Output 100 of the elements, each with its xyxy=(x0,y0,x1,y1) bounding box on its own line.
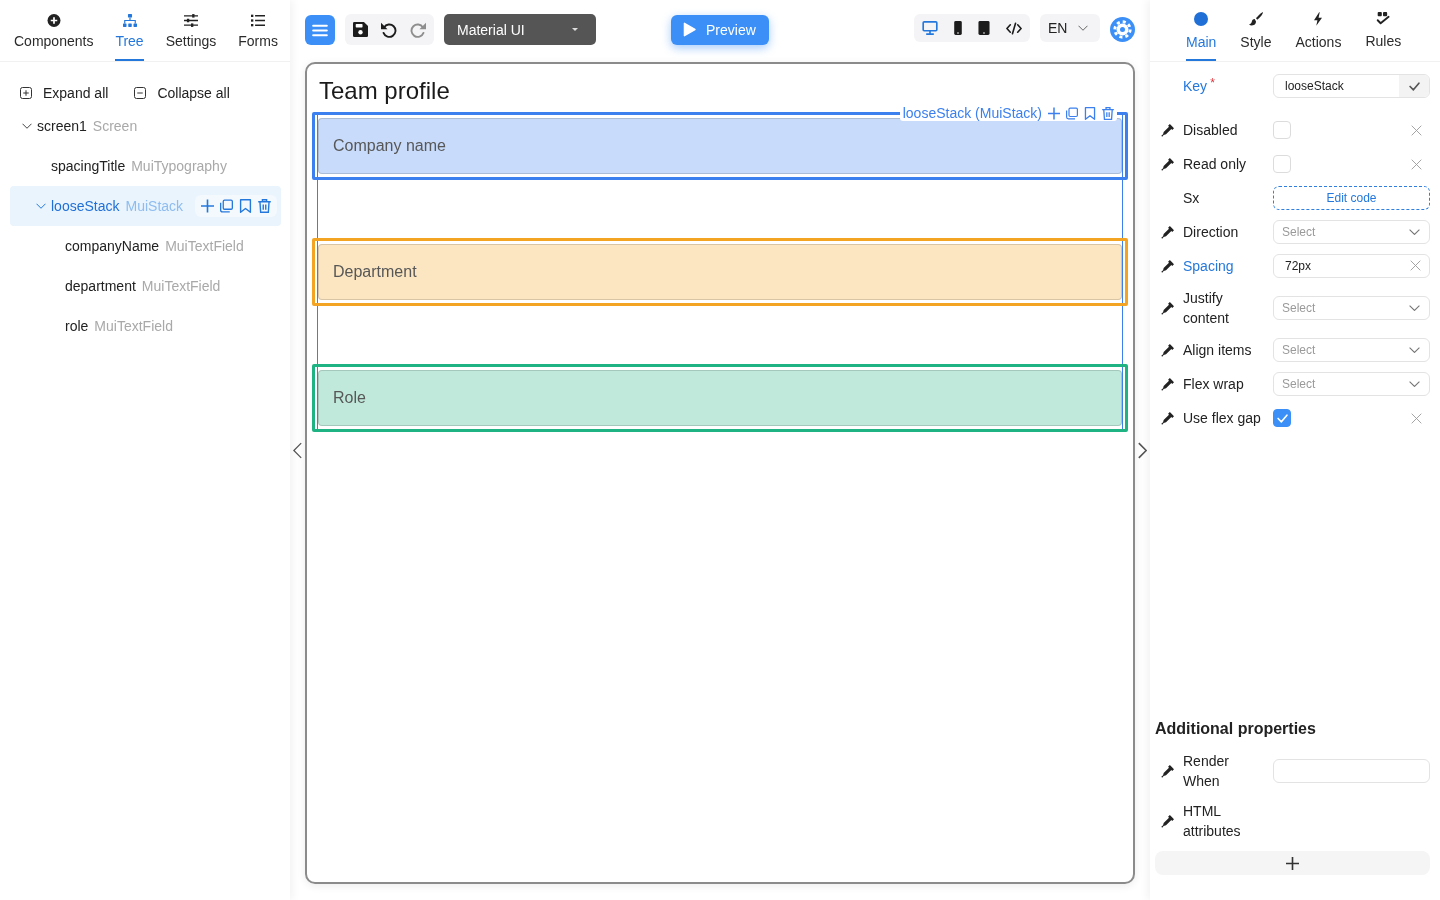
pen-icon[interactable] xyxy=(1161,377,1174,391)
panel-tab[interactable]: Components xyxy=(3,0,105,61)
chevron-left-icon[interactable] xyxy=(293,441,302,459)
property-label: Key xyxy=(1183,77,1208,96)
desktop-icon[interactable] xyxy=(922,21,938,35)
pen-icon[interactable] xyxy=(1161,814,1174,828)
node-name: department xyxy=(65,278,136,294)
node-name: role xyxy=(65,318,89,334)
plus-icon[interactable] xyxy=(201,199,215,213)
tree-item[interactable]: spacingTitle MuiTypography xyxy=(10,146,281,186)
required-mark: * xyxy=(1210,76,1215,90)
tree-item[interactable]: department MuiTextField xyxy=(10,266,281,306)
plus-icon[interactable] xyxy=(1048,106,1060,120)
list-icon xyxy=(251,14,266,27)
pen-icon[interactable] xyxy=(1161,301,1174,315)
sliders-icon xyxy=(183,14,198,27)
pen-icon[interactable] xyxy=(1161,123,1174,137)
node-name: looseStack xyxy=(51,198,120,214)
copy-icon[interactable] xyxy=(1066,106,1078,120)
property-label: Spacing xyxy=(1183,257,1234,276)
property-label: Justify content xyxy=(1183,289,1230,328)
node-name: companyName xyxy=(65,238,160,254)
close-icon[interactable] xyxy=(1411,124,1422,136)
node-type: MuiTypography xyxy=(131,158,227,174)
save-icon[interactable] xyxy=(353,22,368,37)
text-field[interactable]: Department xyxy=(318,244,1122,300)
bookmark-icon[interactable] xyxy=(1084,106,1096,120)
theme-dropdown[interactable]: Material UI xyxy=(444,14,596,45)
chevron-down-icon xyxy=(1409,305,1420,311)
chevron-down-icon[interactable] xyxy=(22,123,32,129)
property-label: Sx xyxy=(1183,189,1200,208)
pen-icon[interactable] xyxy=(1161,225,1174,239)
copy-icon[interactable] xyxy=(220,199,234,213)
phone-icon[interactable] xyxy=(954,21,962,35)
close-icon[interactable] xyxy=(1410,260,1421,271)
undo-icon[interactable] xyxy=(381,21,397,38)
close-icon[interactable] xyxy=(1411,158,1422,170)
tree-item[interactable]: companyName MuiTextField xyxy=(10,226,281,266)
property-label: Flex wrap xyxy=(1183,375,1244,394)
panel-tab[interactable]: Style xyxy=(1228,0,1284,61)
tree-item[interactable]: role MuiTextField xyxy=(10,306,281,346)
code-icon[interactable] xyxy=(1006,21,1022,35)
chevron-down-icon[interactable] xyxy=(36,203,46,209)
language-dropdown[interactable]: EN xyxy=(1040,14,1100,42)
property-label: HTML attributes xyxy=(1183,802,1242,841)
node-name: screen1 xyxy=(37,118,87,134)
chevron-right-icon[interactable] xyxy=(1138,441,1147,459)
caret-down-icon xyxy=(572,28,578,31)
panel-tab[interactable]: Actions xyxy=(1283,0,1354,61)
pen-icon[interactable] xyxy=(1161,343,1174,357)
plus-square-icon xyxy=(20,87,32,99)
chevron-down-icon xyxy=(1409,381,1420,387)
bookmark-icon[interactable] xyxy=(239,199,253,213)
tree-item[interactable]: looseStack MuiStack xyxy=(10,186,281,226)
sitemap-icon xyxy=(122,14,137,27)
menu-button[interactable] xyxy=(305,15,335,45)
spell-check-icon xyxy=(1376,12,1391,25)
pen-icon[interactable] xyxy=(1161,259,1174,273)
checkbox[interactable] xyxy=(1273,409,1291,427)
panel-tab[interactable]: Rules xyxy=(1353,0,1414,61)
expand-all-button[interactable]: Expand all xyxy=(20,82,109,104)
pen-icon[interactable] xyxy=(1161,411,1174,425)
screen-title: Team profile xyxy=(318,77,451,105)
chevron-down-icon xyxy=(1078,25,1089,31)
dot-icon xyxy=(1194,12,1209,26)
brush-icon xyxy=(1248,12,1263,26)
node-type: Screen xyxy=(92,118,138,134)
section-heading: Additional properties xyxy=(1155,719,1317,739)
bolt-icon xyxy=(1314,12,1323,26)
panel-tab[interactable]: Main xyxy=(1174,0,1229,61)
panel-tab[interactable]: Forms xyxy=(227,0,289,61)
menu-icon xyxy=(312,23,328,37)
text-field[interactable] xyxy=(1273,759,1430,783)
minus-square-icon xyxy=(134,87,147,99)
property-label: Read only xyxy=(1183,155,1247,174)
pen-icon[interactable] xyxy=(1161,157,1174,171)
close-icon[interactable] xyxy=(1411,412,1422,424)
trash-icon[interactable] xyxy=(258,199,272,213)
chevron-down-icon xyxy=(1409,229,1420,235)
play-icon xyxy=(683,22,696,37)
circle-plus-icon xyxy=(46,14,61,27)
tablet-icon[interactable] xyxy=(978,21,990,35)
settings-icon[interactable] xyxy=(1110,17,1135,42)
chevron-down-icon xyxy=(1409,347,1420,353)
text-field[interactable]: Role xyxy=(318,370,1122,426)
node-type: MuiTextField xyxy=(141,278,221,294)
text-field[interactable]: 72px xyxy=(1273,254,1430,278)
edit-code-button[interactable]: Edit code xyxy=(1273,186,1430,210)
tree-item[interactable]: screen1 Screen xyxy=(10,106,281,146)
property-label: Use flex gap xyxy=(1183,409,1261,428)
check-icon xyxy=(1276,413,1288,423)
collapse-all-button[interactable]: Collapse all xyxy=(134,82,230,104)
trash-icon[interactable] xyxy=(1102,106,1114,120)
node-type: MuiStack xyxy=(125,198,184,214)
confirm-button[interactable] xyxy=(1399,75,1429,97)
panel-tab[interactable]: Settings xyxy=(154,0,228,61)
property-label: Render When xyxy=(1183,752,1230,791)
panel-tab[interactable]: Tree xyxy=(104,0,155,61)
pen-icon[interactable] xyxy=(1161,764,1174,778)
node-type: MuiTextField xyxy=(165,238,244,254)
